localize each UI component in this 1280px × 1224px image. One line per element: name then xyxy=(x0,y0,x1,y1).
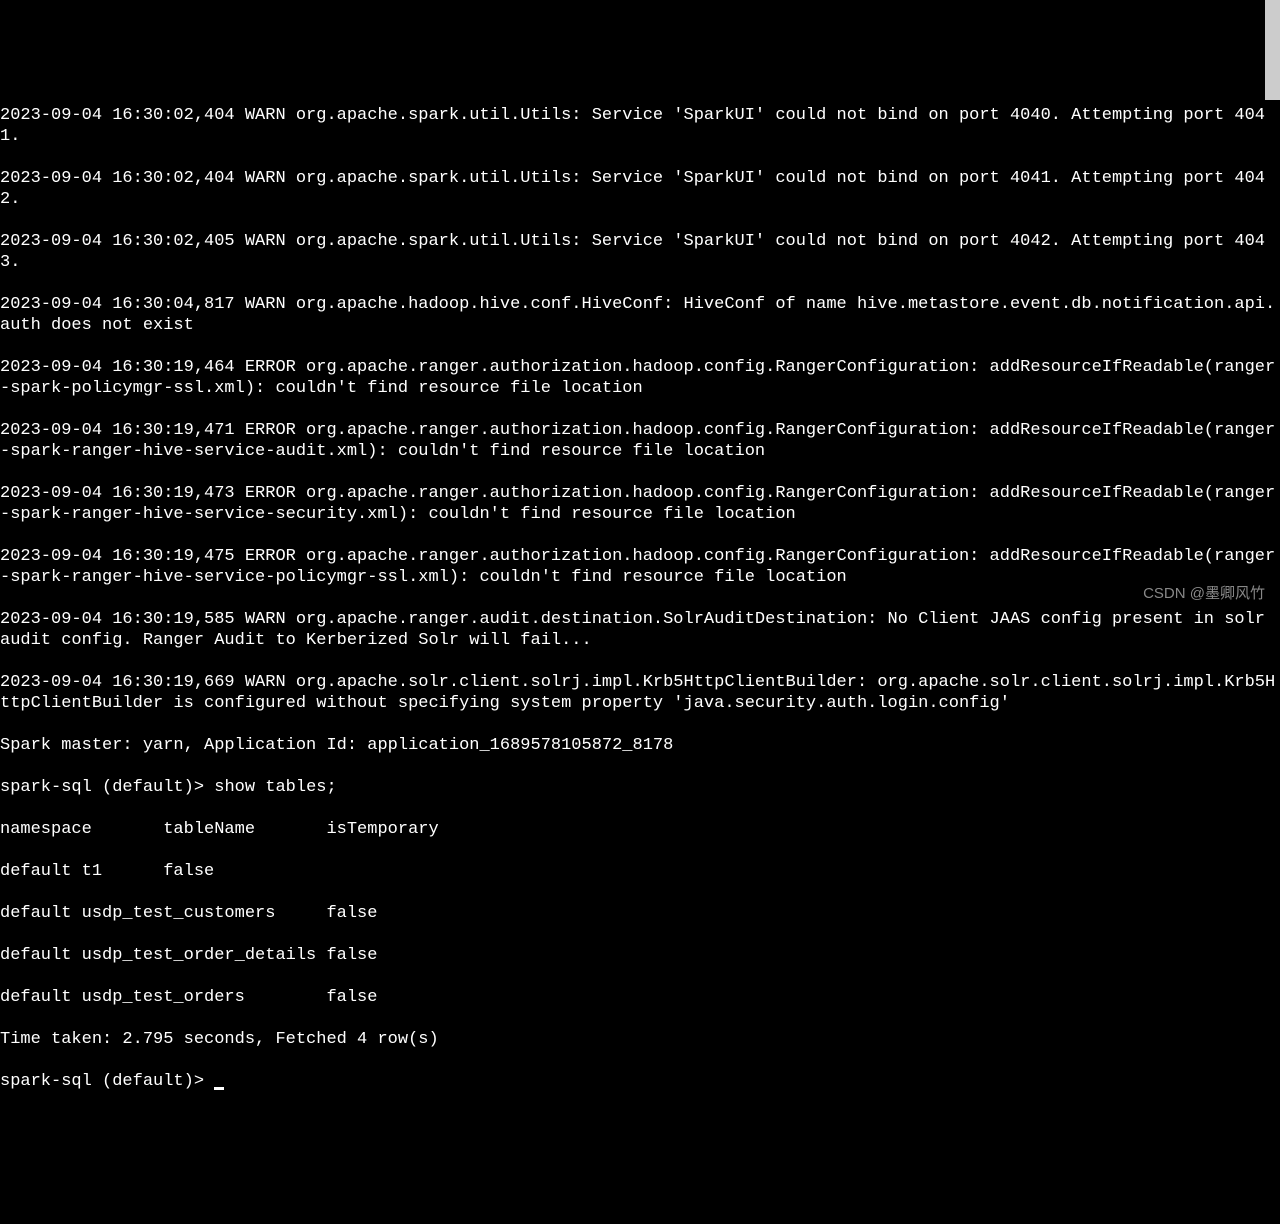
time-taken: Time taken: 2.795 seconds, Fetched 4 row… xyxy=(0,1029,1280,1050)
log-line: 2023-09-04 16:30:19,473 ERROR org.apache… xyxy=(0,483,1280,525)
log-line: 2023-09-04 16:30:02,405 WARN org.apache.… xyxy=(0,231,1280,273)
log-line: 2023-09-04 16:30:19,471 ERROR org.apache… xyxy=(0,420,1280,462)
log-line: 2023-09-04 16:30:19,464 ERROR org.apache… xyxy=(0,357,1280,399)
log-line: 2023-09-04 16:30:19,585 WARN org.apache.… xyxy=(0,609,1280,651)
log-line: 2023-09-04 16:30:02,404 WARN org.apache.… xyxy=(0,105,1280,147)
cursor-icon xyxy=(214,1087,224,1090)
sql-command: show tables; xyxy=(214,778,336,797)
log-line: 2023-09-04 16:30:04,817 WARN org.apache.… xyxy=(0,294,1280,336)
sql-prompt: spark-sql (default)> xyxy=(0,778,214,797)
spark-master-info: Spark master: yarn, Application Id: appl… xyxy=(0,735,1280,756)
table-header: namespace tableName isTemporary xyxy=(0,819,1280,840)
sql-prompt-line-2[interactable]: spark-sql (default)> xyxy=(0,1071,1280,1092)
log-line: 2023-09-04 16:30:19,669 WARN org.apache.… xyxy=(0,672,1280,714)
sql-prompt: spark-sql (default)> xyxy=(0,1072,214,1091)
log-line: 2023-09-04 16:30:19,475 ERROR org.apache… xyxy=(0,546,1280,588)
terminal-output[interactable]: 2023-09-04 16:30:02,404 WARN org.apache.… xyxy=(0,84,1280,1113)
table-row: default usdp_test_order_details false xyxy=(0,945,1280,966)
table-row: default t1 false xyxy=(0,861,1280,882)
log-line: 2023-09-04 16:30:02,404 WARN org.apache.… xyxy=(0,168,1280,210)
table-row: default usdp_test_orders false xyxy=(0,987,1280,1008)
table-row: default usdp_test_customers false xyxy=(0,903,1280,924)
watermark-text: CSDN @墨卿风竹 xyxy=(1143,583,1265,604)
scrollbar-thumb[interactable] xyxy=(1265,0,1280,100)
sql-prompt-line: spark-sql (default)> show tables; xyxy=(0,777,1280,798)
